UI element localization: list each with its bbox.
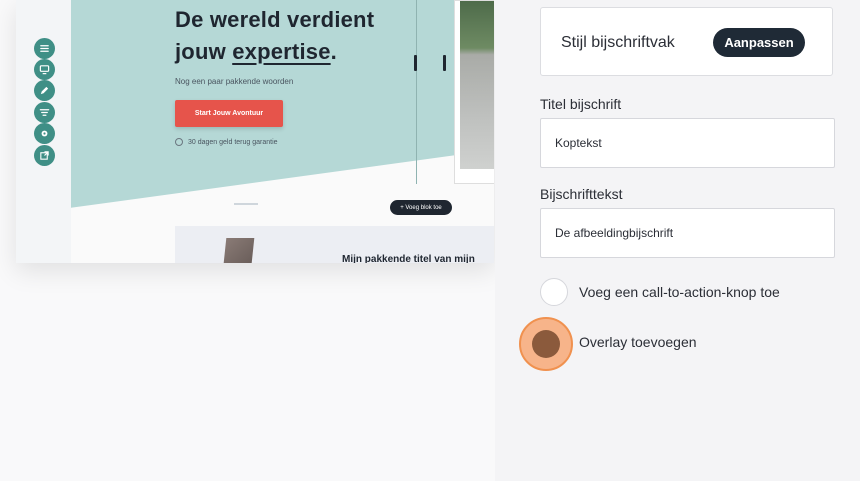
caption-text-input[interactable]: [540, 208, 835, 258]
overlay-radio-selected-dot: [532, 330, 560, 358]
add-block-button[interactable]: + Voeg blok toe: [390, 200, 452, 215]
hero-subtitle[interactable]: Nog een paar pakkende woorden: [175, 77, 293, 86]
section-divider: [234, 203, 258, 205]
caption-title-label: Titel bijschrift: [540, 96, 622, 112]
adjust-button[interactable]: Aanpassen: [713, 28, 805, 57]
gear-icon[interactable]: [34, 123, 55, 144]
hero-title[interactable]: De wereld verdient jouw expertise.: [175, 4, 395, 68]
settings-panel: Stijl bijschriftvak Aanpassen Titel bijs…: [495, 0, 860, 481]
overlay-option-label[interactable]: Overlay toevoegen: [579, 334, 697, 350]
hero-title-underlined: expertise: [232, 39, 331, 64]
external-link-icon[interactable]: [34, 145, 55, 166]
filter-icon[interactable]: [34, 102, 55, 123]
cta-option[interactable]: Voeg een call-to-action-knop toe: [540, 278, 780, 306]
editor-toolbar: [16, 0, 71, 263]
lower-section-title: Mijn pakkende titel van mijn: [342, 254, 475, 263]
hero-title-post: .: [330, 39, 337, 64]
hero-image: [460, 1, 494, 169]
resize-handle-right[interactable]: [443, 55, 446, 71]
column-divider: [416, 0, 417, 184]
overlay-radio[interactable]: [519, 317, 573, 371]
check-circle-icon: [175, 138, 183, 146]
resize-handle-left[interactable]: [414, 55, 417, 71]
hero-image-frame[interactable]: [454, 0, 494, 184]
cta-option-label: Voeg een call-to-action-knop toe: [579, 284, 780, 300]
caption-style-label: Stijl bijschriftvak: [561, 34, 675, 51]
menu-icon[interactable]: [34, 38, 55, 59]
caption-text-label: Bijschrifttekst: [540, 186, 623, 202]
editor-preview: De wereld verdient jouw expertise. Nog e…: [16, 0, 494, 263]
pencil-icon[interactable]: [34, 80, 55, 101]
cta-radio[interactable]: [540, 278, 568, 306]
caption-style-card: Stijl bijschriftvak Aanpassen: [540, 7, 833, 76]
hero-section[interactable]: De wereld verdient jouw expertise. Nog e…: [71, 0, 494, 263]
lower-section[interactable]: Mijn pakkende titel van mijn: [175, 226, 494, 263]
book-image: [223, 238, 255, 263]
caption-title-input[interactable]: [540, 118, 835, 168]
guarantee-text: 30 dagen geld terug garantie: [188, 138, 278, 146]
hero-title-line1: De wereld verdient: [175, 7, 375, 32]
guarantee-line: 30 dagen geld terug garantie: [175, 138, 278, 146]
hero-cta-button[interactable]: Start Jouw Avontuur: [175, 100, 283, 127]
hero-title-pre: jouw: [175, 39, 233, 64]
monitor-icon[interactable]: [34, 59, 55, 80]
